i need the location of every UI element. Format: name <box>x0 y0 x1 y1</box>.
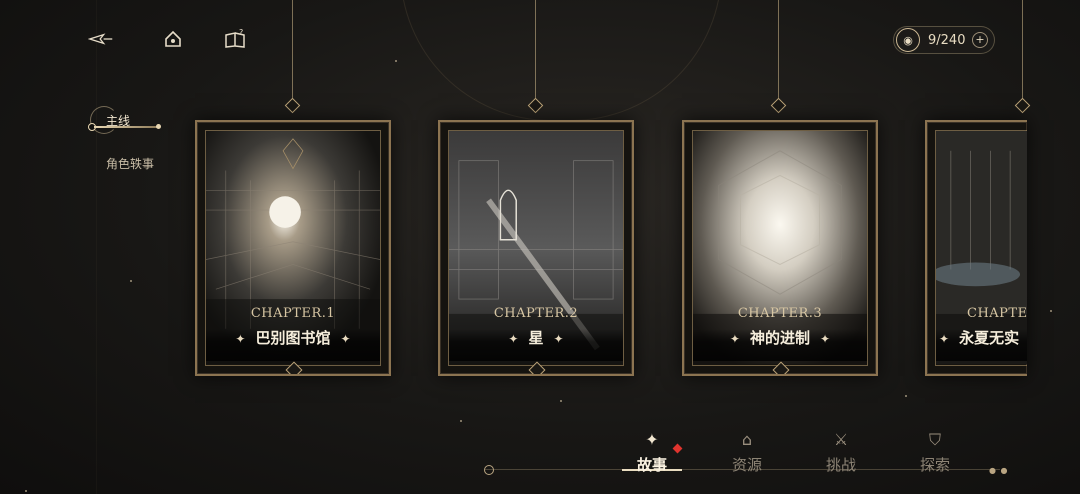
nav-dot-decoration <box>156 124 161 129</box>
hanger-knot <box>284 97 301 114</box>
bottom-tab-bar: ✦ 故事 ⌂ 资源 ⚔ 挑战 ⛉ 探索 <box>600 430 1020 490</box>
chapter-title: ✦ 巴别图书馆 ✦ <box>235 329 351 347</box>
tab-story[interactable]: ✦ 故事 <box>617 430 687 475</box>
help-button[interactable]: ? <box>222 26 248 52</box>
chapter-card-3[interactable]: CHAPTER.3 ✦ 神的进制 ✦ <box>682 120 878 376</box>
chapter-title: ✦ 神的进制 ✦ <box>729 329 831 347</box>
chapter-number: CHAPTER.3 <box>737 306 823 321</box>
star-decoration <box>560 400 562 402</box>
card-hanger <box>292 0 293 112</box>
home-icon <box>165 30 181 47</box>
back-arrow-icon <box>88 33 113 45</box>
plus-icon[interactable]: + <box>972 32 988 48</box>
card-hanger <box>535 0 536 112</box>
chapter-card-2[interactable]: CHAPTER.2 ✦ 星 ✦ <box>438 120 634 376</box>
hanger-knot <box>1014 97 1031 114</box>
star-decoration <box>25 490 27 492</box>
chapter-number: CHAPTER.1 <box>250 306 336 321</box>
explore-icon: ⛉ <box>928 430 941 449</box>
star-decoration <box>905 395 907 397</box>
star-decoration <box>1050 310 1052 312</box>
home-button[interactable] <box>160 26 186 52</box>
tab-challenge[interactable]: ⚔ 挑战 <box>806 430 876 475</box>
currency-value: 9/240 <box>928 32 966 48</box>
card-hanger <box>778 0 779 112</box>
background-line <box>96 0 97 494</box>
nav-character-stories[interactable]: 角色轶事 <box>106 155 154 172</box>
resource-icon: ⌂ <box>741 430 753 449</box>
star-decoration <box>130 280 132 282</box>
bottom-divider-dot <box>484 465 494 475</box>
nav-active-bar <box>94 126 158 128</box>
help-book-icon: ? <box>225 29 245 48</box>
star-decoration <box>460 420 462 422</box>
ticket-coin-icon: ◉ <box>896 28 920 52</box>
chapter-card-4[interactable]: CHAPTE ✦ 永夏无实 <box>925 120 1027 376</box>
chapter-title: ✦ 星 ✦ <box>508 329 564 347</box>
currency-display[interactable]: ◉ 9/240 + <box>893 26 995 54</box>
tab-explore[interactable]: ⛉ 探索 <box>900 430 970 475</box>
card-hanger <box>1022 0 1023 112</box>
background-ornament <box>400 0 722 121</box>
tab-resource[interactable]: ⌂ 资源 <box>712 430 782 475</box>
back-button[interactable] <box>88 26 114 52</box>
chapter-card-1[interactable]: CHAPTER.1 ✦ 巴别图书馆 ✦ <box>195 120 391 376</box>
challenge-swords-icon: ⚔ <box>833 430 849 449</box>
chapter-title: ✦ 永夏无实 <box>939 329 1020 347</box>
chapter-number: CHAPTE <box>967 306 1027 321</box>
svg-text:?: ? <box>239 29 243 37</box>
star-decoration <box>395 60 397 62</box>
chapter-number: CHAPTER.2 <box>493 306 579 321</box>
hanger-knot <box>770 97 787 114</box>
nav-main-story[interactable]: 主线 <box>88 106 170 136</box>
